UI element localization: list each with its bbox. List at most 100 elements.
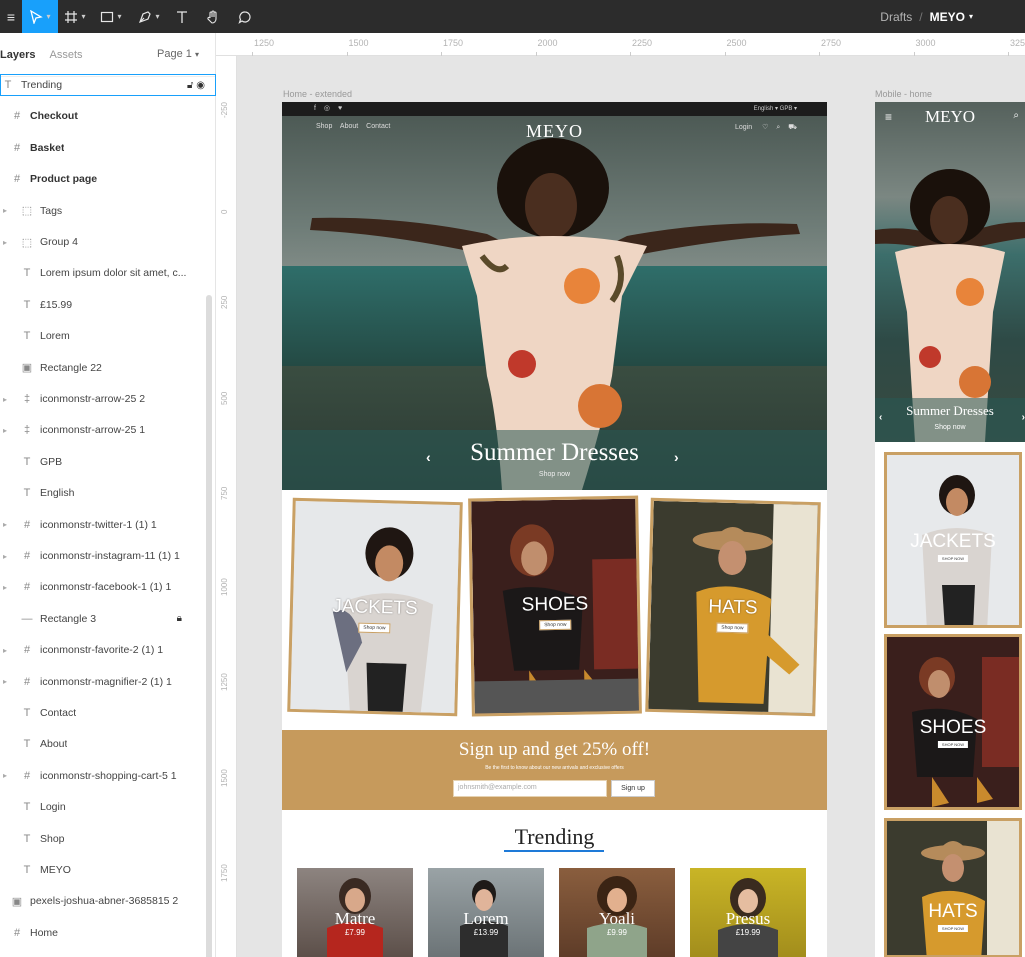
layer-row[interactable]: T Trending 🔓︎ ◉	[0, 74, 216, 96]
frame-home-extended[interactable]: f ◎ ♥ English ▾ GPB ▾ Shop About Contact…	[282, 102, 827, 957]
top-ruler: 1250 1500 1750 2000 2250 2500 2750 3000 325	[216, 33, 1025, 56]
lock-icon[interactable]: 🔒︎	[177, 613, 182, 624]
chevron-left-icon[interactable]: ‹	[879, 412, 882, 423]
layers-scrollbar[interactable]	[206, 295, 212, 957]
expand-caret-icon[interactable]: ▸	[0, 238, 10, 247]
signup-email-input[interactable]: johnsmith@example.com	[453, 780, 607, 797]
cart-icon[interactable]: ⛟	[788, 124, 797, 131]
heart-icon[interactable]: ♡	[762, 124, 768, 131]
breadcrumb-project[interactable]: Drafts	[880, 10, 912, 24]
trending-card[interactable]: Matre £7.99	[297, 868, 413, 957]
mobile-category-shoes[interactable]: SHOES SHOP NOW	[884, 634, 1022, 810]
layer-row[interactable]: T Lorem	[0, 325, 216, 347]
layer-row[interactable]: T Contact	[0, 702, 216, 724]
frame-tool-button[interactable]: ▾	[58, 0, 92, 33]
chevron-right-icon[interactable]: ›	[1022, 412, 1025, 423]
expand-caret-icon[interactable]: ▸	[0, 677, 10, 686]
mobile-category-button[interactable]: SHOP NOW	[937, 741, 969, 748]
shape-tool-button[interactable]: ▾	[92, 0, 130, 33]
ruler-tick-label: 1250	[251, 38, 275, 56]
layer-row[interactable]: ▸ ‡ iconmonstr-arrow-25 2	[0, 388, 216, 410]
layer-row[interactable]: T £15.99	[0, 294, 216, 316]
lock-visibility-icons[interactable]: 🔓︎ ◉	[187, 80, 205, 91]
frame-label-mobile[interactable]: Mobile - home	[875, 89, 932, 99]
layer-row[interactable]: ▸ ‡ iconmonstr-arrow-25 1	[0, 419, 216, 441]
trending-price: £9.99	[606, 928, 628, 937]
layer-row[interactable]: ▣ pexels-joshua-abner-3685815 2	[0, 890, 216, 912]
nav-login[interactable]: Login	[735, 124, 752, 131]
hero-shop-now[interactable]: Shop now	[282, 471, 827, 478]
trending-card[interactable]: Presus £19.99	[690, 868, 806, 957]
trending-card[interactable]: Lorem £13.99	[428, 868, 544, 957]
category-shop-now-shoes[interactable]: Shop now	[539, 619, 572, 631]
ruler-tick-label: 3000	[913, 38, 936, 56]
layer-row[interactable]: T Login	[0, 796, 216, 818]
layer-row[interactable]: ▸ # iconmonstr-facebook-1 (1) 1	[0, 576, 216, 598]
category-shop-now-jackets[interactable]: Shop now	[358, 622, 391, 634]
comment-tool-button[interactable]	[230, 0, 260, 33]
page-selector[interactable]: Page 1 ▾	[157, 48, 199, 60]
layer-name: Group 4	[40, 236, 78, 248]
expand-caret-icon[interactable]: ▸	[0, 426, 10, 435]
hand-tool-button[interactable]	[196, 0, 230, 33]
layer-row[interactable]: ▸ ⬚ Group 4	[0, 231, 216, 253]
signup-button[interactable]: Sign up	[611, 780, 655, 797]
expand-caret-icon[interactable]: ▸	[0, 583, 10, 592]
tab-layers[interactable]: Layers	[0, 49, 35, 61]
layer-row[interactable]: ▸ # iconmonstr-twitter-1 (1) 1	[0, 514, 216, 536]
search-icon[interactable]: ⌕	[776, 124, 780, 131]
layer-row[interactable]: ▸ # iconmonstr-instagram-11 (1) 1	[0, 545, 216, 567]
category-card-shoes[interactable]: SHOES Shop now	[468, 495, 642, 717]
layer-row[interactable]: # Checkout	[0, 105, 216, 127]
move-tool-button[interactable]: ▾	[22, 0, 58, 33]
expand-caret-icon[interactable]: ▸	[0, 206, 10, 215]
expand-caret-icon[interactable]: ▸	[0, 520, 10, 529]
layer-row[interactable]: ▸ ⬚ Tags	[0, 200, 216, 222]
layer-row[interactable]: T MEYO	[0, 859, 216, 881]
layer-row[interactable]: # Product page	[0, 168, 216, 190]
search-icon[interactable]: ⌕	[1013, 110, 1019, 121]
main-menu-button[interactable]: ≡	[0, 0, 22, 33]
layer-row[interactable]: ▸ # iconmonstr-favorite-2 (1) 1	[0, 639, 216, 661]
chevron-down-icon[interactable]: ▾	[969, 12, 973, 21]
layer-row[interactable]: T About	[0, 733, 216, 755]
chevron-right-icon[interactable]: ›	[674, 449, 679, 465]
layer-row[interactable]: ▸ # iconmonstr-shopping-cart-5 1	[0, 765, 216, 787]
tab-assets[interactable]: Assets	[49, 49, 82, 61]
pen-tool-button[interactable]: ▾	[130, 0, 168, 33]
layer-row[interactable]: ▣ Rectangle 22	[0, 357, 216, 379]
mobile-shop-now[interactable]: Shop now	[875, 424, 1025, 431]
expand-caret-icon[interactable]: ▸	[0, 646, 10, 655]
trending-title[interactable]: Trending	[282, 824, 827, 850]
expand-caret-icon[interactable]: ▸	[0, 771, 10, 780]
layer-row[interactable]: — Rectangle 3 🔒︎	[0, 608, 216, 630]
layer-row[interactable]: ▸ # iconmonstr-magnifier-2 (1) 1	[0, 671, 216, 693]
mobile-category-hats[interactable]: HATS SHOP NOW	[884, 818, 1022, 957]
expand-caret-icon[interactable]: ▸	[0, 552, 10, 561]
frame-mobile-home[interactable]: ≡ MEYO ⌕ Summer Dresses Shop now ‹ › JAC…	[875, 102, 1025, 957]
expand-caret-icon[interactable]: ▸	[0, 395, 10, 404]
layer-row[interactable]: T Shop	[0, 828, 216, 850]
layer-row[interactable]: T GPB	[0, 451, 216, 473]
layer-row[interactable]: # Home	[0, 922, 216, 944]
frame-label-home[interactable]: Home - extended	[283, 89, 352, 99]
text-tool-button[interactable]	[168, 0, 196, 33]
layer-name: iconmonstr-twitter-1 (1) 1	[40, 518, 157, 531]
trending-name: Matre	[334, 909, 376, 928]
mobile-category-button[interactable]: SHOP NOW	[937, 925, 969, 932]
layer-row[interactable]: T Lorem ipsum dolor sit amet, c...	[0, 262, 216, 284]
category-card-jackets[interactable]: JACKETS Shop now	[287, 497, 463, 717]
mobile-category-button[interactable]: SHOP NOW	[937, 555, 969, 562]
chevron-left-icon[interactable]: ‹	[426, 449, 431, 465]
mobile-category-jackets[interactable]: JACKETS SHOP NOW	[884, 452, 1022, 628]
category-card-hats[interactable]: HATS Shop now	[645, 497, 821, 717]
layer-row[interactable]: # Basket	[0, 137, 216, 159]
breadcrumb-file-name[interactable]: MEYO	[930, 10, 965, 24]
ruler-tick-label: 325	[1007, 38, 1025, 56]
hero-dress-flower	[578, 384, 622, 428]
trending-card[interactable]: Yoali £9.99	[559, 868, 675, 957]
category-shop-now-hats[interactable]: Shop now	[716, 622, 749, 634]
mobile-logo[interactable]: MEYO	[875, 107, 1025, 127]
category-label-shoes: SHOES	[521, 593, 589, 616]
layer-row[interactable]: T English	[0, 482, 216, 504]
